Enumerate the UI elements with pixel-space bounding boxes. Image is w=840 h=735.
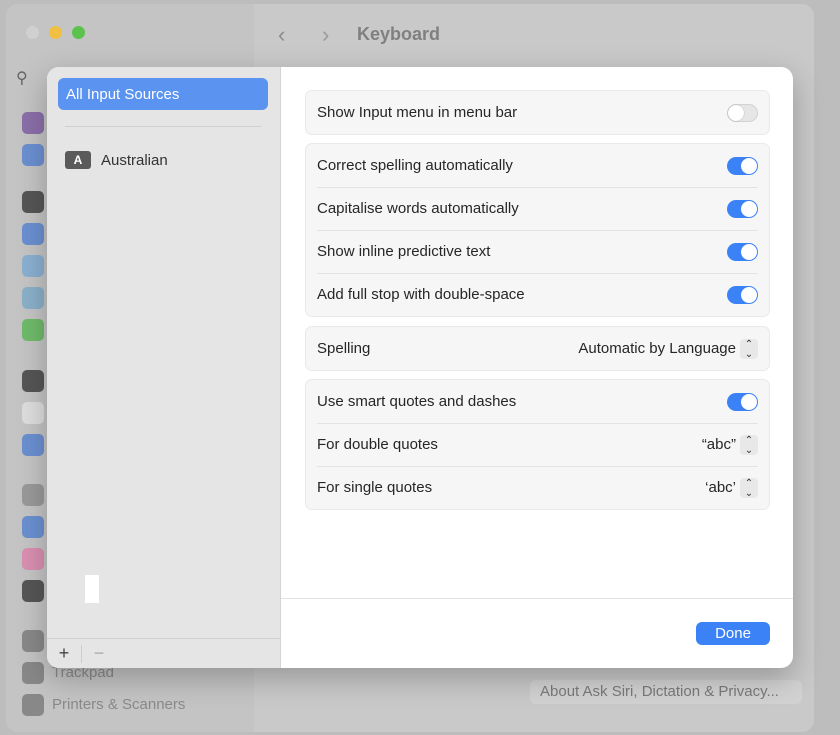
remove-button[interactable]: − [82, 643, 116, 664]
popup-button[interactable]: Automatic by Language ⌃ ⌄ [578, 338, 758, 359]
settings-group: Show Input menu in menu bar [305, 90, 770, 135]
forward-button[interactable]: › [322, 22, 329, 48]
input-sources-list: All Input Sources A Australian + − [47, 67, 281, 668]
setting-label: Spelling [317, 340, 371, 357]
printer-icon [22, 694, 44, 716]
setting-label: For single quotes [317, 479, 433, 496]
chevron-up-down-icon: ⌃ ⌄ [740, 338, 758, 359]
keyboard-icon [22, 630, 44, 652]
about-siri-button[interactable]: About Ask Siri, Dictation & Privacy... [530, 680, 802, 704]
setting-label: Show Input menu in menu bar [317, 104, 518, 121]
settings-group: Use smart quotes and dashes For double qu… [305, 379, 770, 510]
blank-box [85, 575, 99, 603]
settings-row: Spelling Automatic by Language ⌃ ⌄ [306, 327, 769, 370]
back-button[interactable]: ‹ [278, 22, 285, 48]
popup-value: “abc” [701, 436, 736, 453]
all-input-sources-item[interactable]: All Input Sources [58, 78, 268, 110]
chevron-up-down-icon: ⌃ ⌄ [740, 434, 758, 455]
setting-label: Capitalise words automatically [317, 200, 519, 217]
setting-label: Use smart quotes and dashes [317, 393, 517, 410]
hand-icon [22, 144, 44, 166]
fingerprint-icon [22, 402, 44, 424]
zoom-button[interactable] [72, 26, 85, 39]
keyboard-layout-icon: A [65, 151, 91, 169]
popup-button[interactable]: ‘abc’ ⌃ ⌄ [705, 477, 758, 498]
sidebar-item-printers[interactable]: Printers & Scanners [52, 696, 185, 713]
battery-icon [22, 319, 44, 341]
toggle-switch[interactable] [727, 392, 758, 411]
settings-row: Add full stop with double-space [306, 273, 769, 316]
settings-row: For double quotes “abc” ⌃ ⌄ [306, 423, 769, 466]
toggle-switch[interactable] [727, 156, 758, 175]
settings-row: Use smart quotes and dashes [306, 380, 769, 423]
lock-icon [22, 370, 44, 392]
add-button[interactable]: + [47, 643, 81, 664]
popup-button[interactable]: “abc” ⌃ ⌄ [701, 434, 758, 455]
done-button[interactable]: Done [696, 622, 770, 645]
toggle-switch[interactable] [727, 242, 758, 261]
settings-row: Capitalise words automatically [306, 187, 769, 230]
list-footer: + − [47, 638, 281, 668]
settings-row: Correct spelling automatically [306, 144, 769, 187]
trackpad-icon [22, 662, 44, 684]
divider [65, 126, 261, 127]
input-source-label: Australian [101, 151, 168, 169]
window-title: Keyboard [357, 24, 441, 44]
window-controls [26, 26, 85, 39]
toggle-switch[interactable] [727, 285, 758, 304]
key-icon [22, 484, 44, 506]
settings-row: Show inline predictive text [306, 230, 769, 273]
game-center-icon [22, 548, 44, 570]
popup-value: ‘abc’ [705, 479, 736, 496]
popup-value: Automatic by Language [578, 340, 736, 357]
close-button[interactable] [26, 26, 39, 39]
toggle-switch[interactable] [727, 199, 758, 218]
minimize-button[interactable] [49, 26, 62, 39]
settings-group: Spelling Automatic by Language ⌃ ⌄ [305, 326, 770, 371]
wallet-icon [22, 580, 44, 602]
display-icon [22, 191, 44, 213]
sun-icon [22, 223, 44, 245]
at-icon [22, 516, 44, 538]
setting-label: Correct spelling automatically [317, 157, 513, 174]
users-icon [22, 434, 44, 456]
settings-row: Show Input menu in menu bar [306, 91, 769, 134]
footer-divider [281, 598, 793, 599]
input-settings-pane: Done Show Input menu in menu bar Correct … [281, 67, 793, 668]
settings-group: Correct spelling automatically Capitalise… [305, 143, 770, 317]
input-source-australian[interactable]: A Australian [65, 151, 168, 169]
screensaver-icon [22, 255, 44, 277]
wallpaper-icon [22, 287, 44, 309]
chevron-up-down-icon: ⌃ ⌄ [740, 477, 758, 498]
toggle-switch[interactable] [727, 103, 758, 122]
input-sources-sheet: All Input Sources A Australian + − Done … [47, 67, 793, 668]
setting-label: For double quotes [317, 436, 438, 453]
siri-icon [22, 112, 44, 134]
setting-label: Show inline predictive text [317, 243, 491, 260]
search-icon[interactable]: ⚲ [16, 68, 28, 88]
settings-row: For single quotes ‘abc’ ⌃ ⌄ [306, 466, 769, 509]
setting-label: Add full stop with double-space [317, 286, 525, 303]
